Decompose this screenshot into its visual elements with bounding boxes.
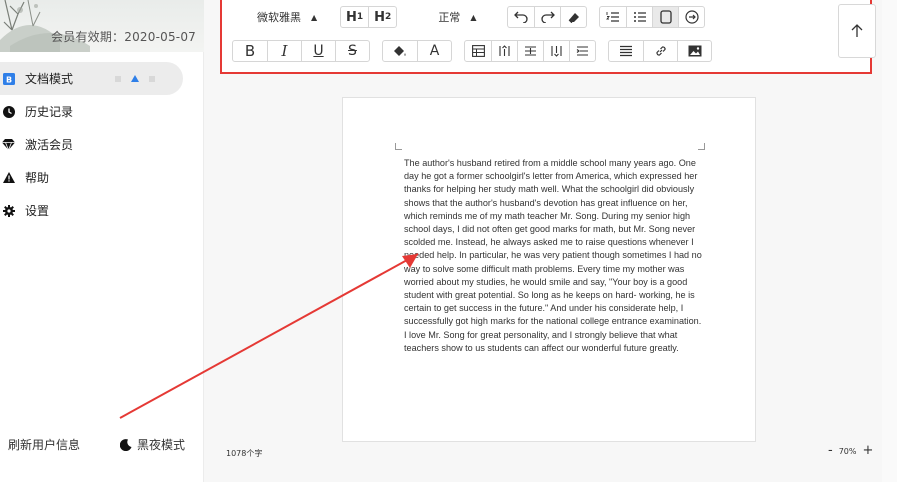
insert-image-button[interactable]	[677, 41, 711, 61]
member-banner: 会员有效期：2020-05-07	[0, 0, 204, 52]
document-icon: B	[2, 72, 15, 85]
document-body-text[interactable]: The author's husband retired from a midd…	[404, 157, 704, 355]
align-justify-button[interactable]	[609, 41, 643, 61]
refresh-user-info-link[interactable]: 刷新用户信息	[8, 436, 80, 453]
zoom-control: - 70% +	[822, 444, 879, 457]
mode-indicator	[115, 75, 155, 82]
table-group	[464, 40, 596, 62]
night-mode-toggle[interactable]: 黑夜模式	[120, 436, 185, 453]
italic-button[interactable]: I	[267, 41, 301, 61]
editor-main: 微软雅黑 ▲︎ H1 H2 正常 ▲︎ B I U S A The author…	[204, 0, 897, 482]
delete-row-icon	[576, 46, 588, 56]
sidebar-item-activate-membership[interactable]: 激活会员	[0, 128, 204, 161]
eraser-icon	[568, 13, 579, 23]
svg-text:B: B	[5, 75, 11, 84]
text-style-group: B I U S	[232, 40, 370, 62]
underline-button[interactable]: U	[301, 41, 335, 61]
color-group: A	[382, 40, 452, 62]
moon-icon	[120, 438, 132, 451]
rectangle-frame-icon	[660, 10, 672, 24]
membership-expiry: 会员有效期：2020-05-07	[51, 30, 196, 44]
delete-column-icon	[551, 46, 562, 57]
margin-corner-mark	[698, 143, 705, 150]
undo-icon	[514, 11, 528, 23]
bold-button[interactable]: B	[233, 41, 267, 61]
link-icon	[655, 46, 666, 56]
sidebar-item-label: 历史记录	[25, 105, 74, 119]
paragraph-style-select[interactable]: 正常 ▲︎	[409, 6, 495, 28]
sidebar-item-settings[interactable]: 设置	[0, 194, 204, 227]
sidebar-item-document-mode[interactable]: B 文档模式	[0, 62, 183, 95]
insert-row-button[interactable]	[517, 41, 543, 61]
history-group	[507, 6, 588, 28]
scroll-to-top-button[interactable]	[838, 4, 876, 58]
font-family-select[interactable]: 微软雅黑 ▲︎	[232, 6, 328, 28]
document-page[interactable]: The author's husband retired from a midd…	[342, 97, 756, 442]
heading-2-button[interactable]: H2	[368, 7, 396, 27]
ordered-list-icon	[606, 12, 620, 22]
paint-bucket-icon	[394, 45, 406, 56]
list-group	[599, 6, 706, 28]
clear-format-button[interactable]	[560, 7, 586, 27]
font-family-value: 微软雅黑	[257, 11, 301, 24]
night-mode-label: 黑夜模式	[137, 438, 186, 452]
sidebar-footer: 刷新用户信息 黑夜模式	[0, 436, 204, 456]
background-color-button[interactable]	[383, 41, 417, 61]
zoom-level: 70%	[838, 446, 857, 456]
heading-1-button[interactable]: H1	[341, 7, 368, 27]
sidebar-item-label: 帮助	[25, 171, 50, 185]
sidebar-item-history[interactable]: 历史记录	[0, 95, 204, 128]
bullet-list-icon	[633, 12, 646, 22]
chevron-updown-icon: ▲︎	[311, 12, 318, 22]
toolbar-row-2: B I U S A	[232, 40, 724, 62]
clock-icon	[2, 105, 15, 118]
sidebar-nav: B 文档模式 历史记录 激活会员 帮助 设置	[0, 62, 204, 227]
delete-row-button[interactable]	[569, 41, 595, 61]
sidebar-item-label: 设置	[25, 204, 50, 218]
image-icon	[688, 45, 701, 57]
sidebar-item-label: 文档模式	[25, 72, 74, 86]
insert-column-icon	[499, 45, 510, 56]
arrow-up-icon	[851, 24, 863, 37]
sidebar-item-help[interactable]: 帮助	[0, 161, 204, 194]
insert-column-button[interactable]	[491, 41, 517, 61]
sidebar: 会员有效期：2020-05-07 B 文档模式 历史记录 激活会员 帮助 设置 …	[0, 0, 204, 482]
align-justify-icon	[620, 45, 632, 57]
scrollbar-track[interactable]	[882, 0, 897, 482]
insert-group	[608, 40, 712, 62]
zoom-in-button[interactable]: +	[856, 444, 879, 457]
table-icon	[471, 45, 485, 57]
formatting-toolbar: 微软雅黑 ▲︎ H1 H2 正常 ▲︎ B I U S A	[220, 0, 876, 74]
paragraph-style-value: 正常	[438, 11, 461, 24]
sidebar-item-label: 激活会员	[25, 138, 74, 152]
delete-column-button[interactable]	[543, 41, 569, 61]
block-mode-button[interactable]	[652, 7, 679, 27]
circle-arrow-right-icon	[685, 10, 699, 24]
strikethrough-button[interactable]: S	[335, 41, 369, 61]
goto-button[interactable]	[678, 7, 704, 27]
gear-icon	[2, 204, 15, 217]
diamond-icon	[2, 138, 15, 151]
toolbar-row-1: 微软雅黑 ▲︎ H1 H2 正常 ▲︎	[232, 6, 717, 28]
insert-row-icon	[525, 46, 536, 56]
word-count: 1078个字	[226, 449, 263, 458]
square-indicator-icon	[115, 75, 121, 82]
bullet-list-button[interactable]	[626, 7, 652, 27]
chevron-updown-icon: ▲︎	[470, 12, 477, 22]
margin-corner-mark	[395, 143, 402, 150]
insert-table-button[interactable]	[465, 41, 491, 61]
ordered-list-button[interactable]	[600, 7, 626, 27]
triangle-indicator-icon	[131, 75, 139, 82]
redo-icon	[541, 11, 555, 23]
undo-button[interactable]	[508, 7, 534, 27]
square-indicator-icon	[149, 75, 155, 82]
insert-link-button[interactable]	[643, 41, 677, 61]
redo-button[interactable]	[534, 7, 560, 27]
font-color-button[interactable]: A	[417, 41, 451, 61]
warning-icon	[2, 171, 15, 184]
zoom-out-button[interactable]: -	[822, 444, 839, 457]
heading-group: H1 H2	[340, 6, 398, 28]
